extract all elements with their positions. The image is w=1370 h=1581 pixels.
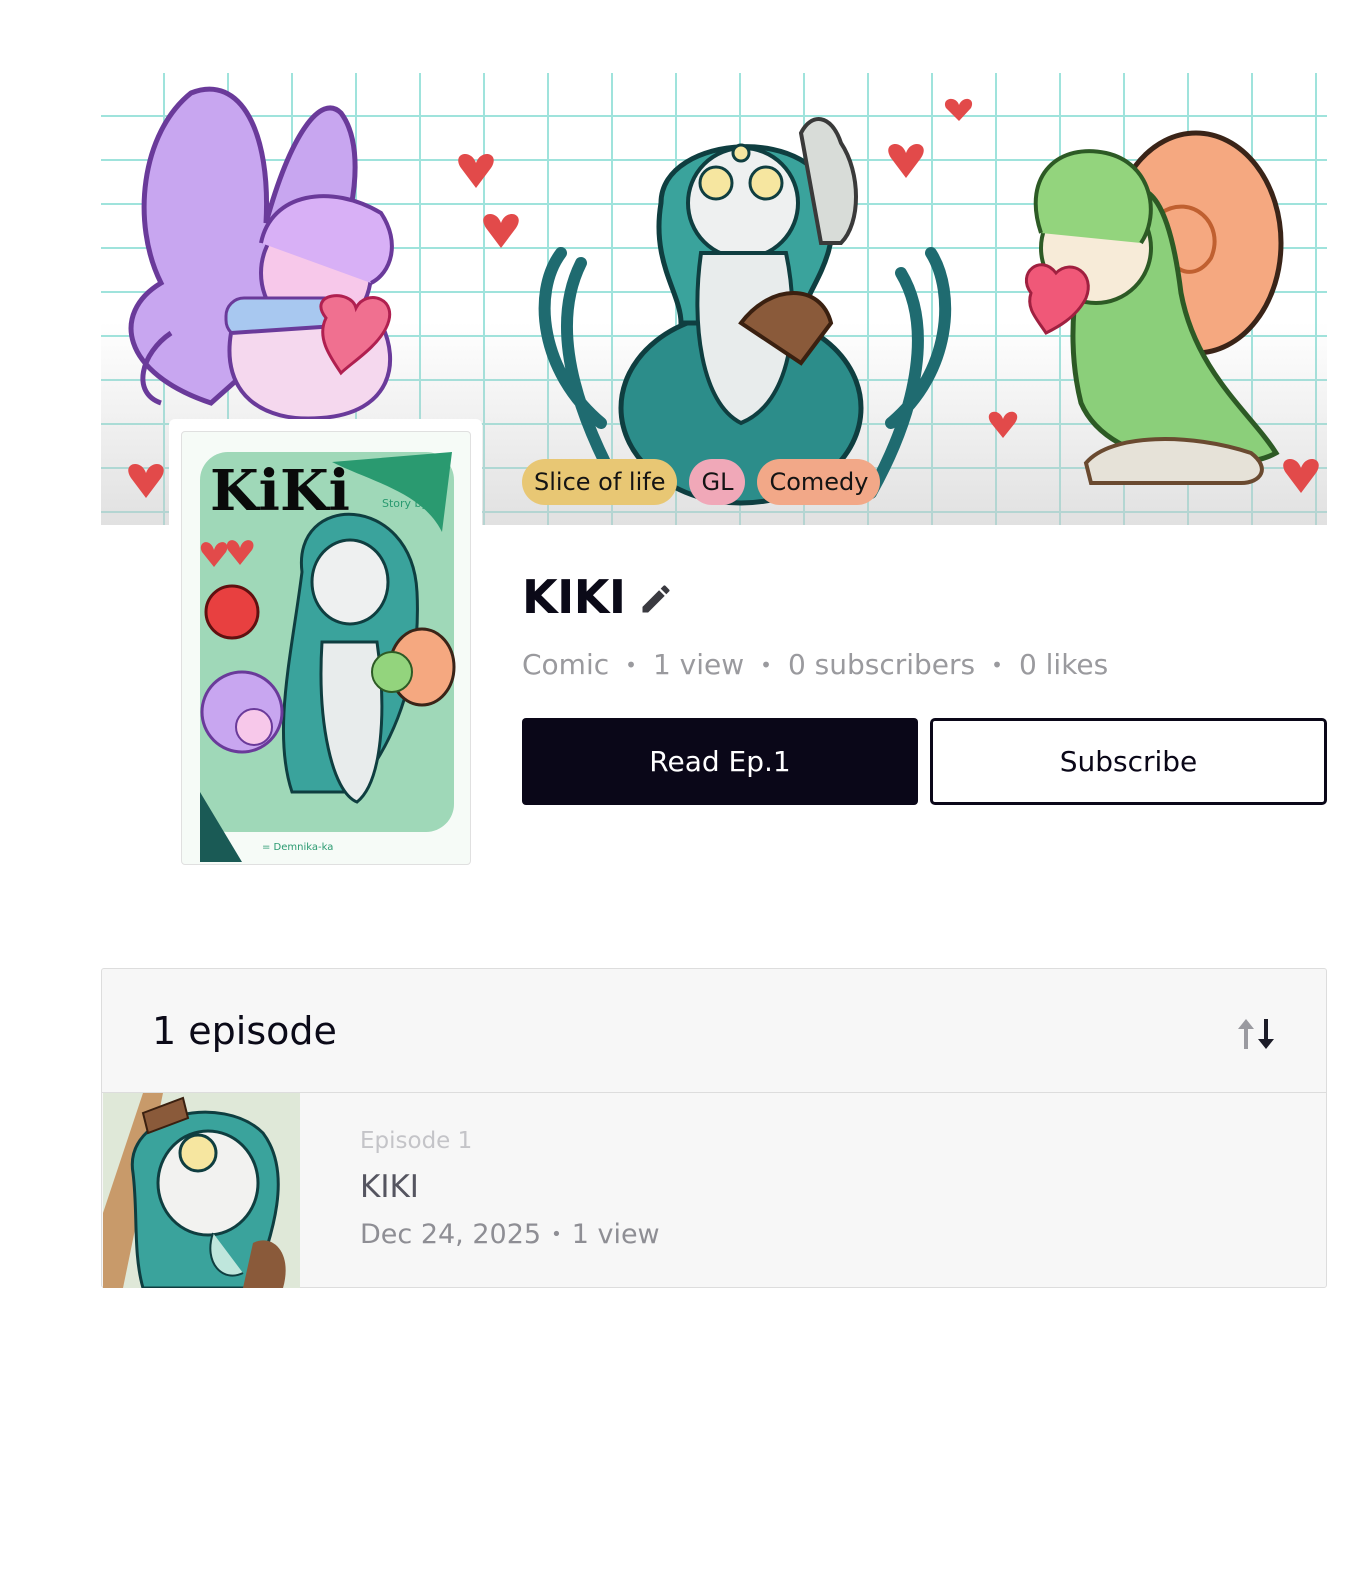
cover-footer: = Demnika-ka bbox=[262, 842, 333, 853]
fairy-character bbox=[128, 86, 394, 421]
episode-count: 1 episode bbox=[152, 1009, 337, 1053]
spider-character bbox=[538, 117, 952, 506]
series-cover: KiKi Story by: = Demnika-ka bbox=[181, 431, 471, 865]
pencil-icon[interactable] bbox=[638, 581, 674, 617]
episode-thumbnail bbox=[103, 1093, 300, 1288]
series-meta: Comic • 1 view • 0 subscribers • 0 likes bbox=[522, 648, 1108, 681]
episode-date: Dec 24, 2025 bbox=[360, 1219, 542, 1250]
sort-arrows-icon[interactable] bbox=[1234, 1015, 1278, 1053]
episode-number: Episode 1 bbox=[360, 1128, 473, 1154]
tag-slice-of-life[interactable]: Slice of life bbox=[522, 459, 678, 505]
episode-meta: Dec 24, 2025 • 1 view bbox=[360, 1219, 660, 1250]
episodes-panel: 1 episode Episode 1 KIKI Dec 24, 2025 • … bbox=[101, 968, 1327, 1288]
tag-comedy[interactable]: Comedy bbox=[757, 459, 881, 505]
cover-credit: Story by: bbox=[382, 497, 431, 510]
series-title: KIKI bbox=[522, 570, 626, 624]
series-likes: 0 likes bbox=[1018, 648, 1109, 681]
cover-illustration: KiKi Story by: = Demnika-ka bbox=[200, 452, 456, 862]
genre-tags: Slice of life GL Comedy bbox=[522, 459, 881, 505]
meta-separator: • bbox=[551, 1224, 562, 1245]
meta-separator: • bbox=[625, 652, 637, 677]
series-title-row: KIKI bbox=[522, 570, 674, 624]
series-views: 1 view bbox=[652, 648, 745, 681]
snail-character bbox=[1024, 130, 1284, 485]
episode-title[interactable]: KIKI bbox=[360, 1169, 419, 1205]
series-subscribers: 0 subscribers bbox=[787, 648, 976, 681]
read-first-episode-button[interactable]: Read Ep.1 bbox=[522, 718, 918, 805]
episodes-header: 1 episode bbox=[102, 969, 1326, 1093]
meta-separator: • bbox=[991, 652, 1003, 677]
episode-list-item[interactable]: Episode 1 KIKI Dec 24, 2025 • 1 view bbox=[102, 1093, 1326, 1288]
tag-gl[interactable]: GL bbox=[689, 459, 746, 505]
series-type: Comic bbox=[522, 648, 610, 681]
episode-views: 1 view bbox=[571, 1219, 660, 1250]
cover-logo: KiKi bbox=[210, 458, 350, 524]
meta-separator: • bbox=[760, 652, 772, 677]
subscribe-button[interactable]: Subscribe bbox=[930, 718, 1327, 805]
